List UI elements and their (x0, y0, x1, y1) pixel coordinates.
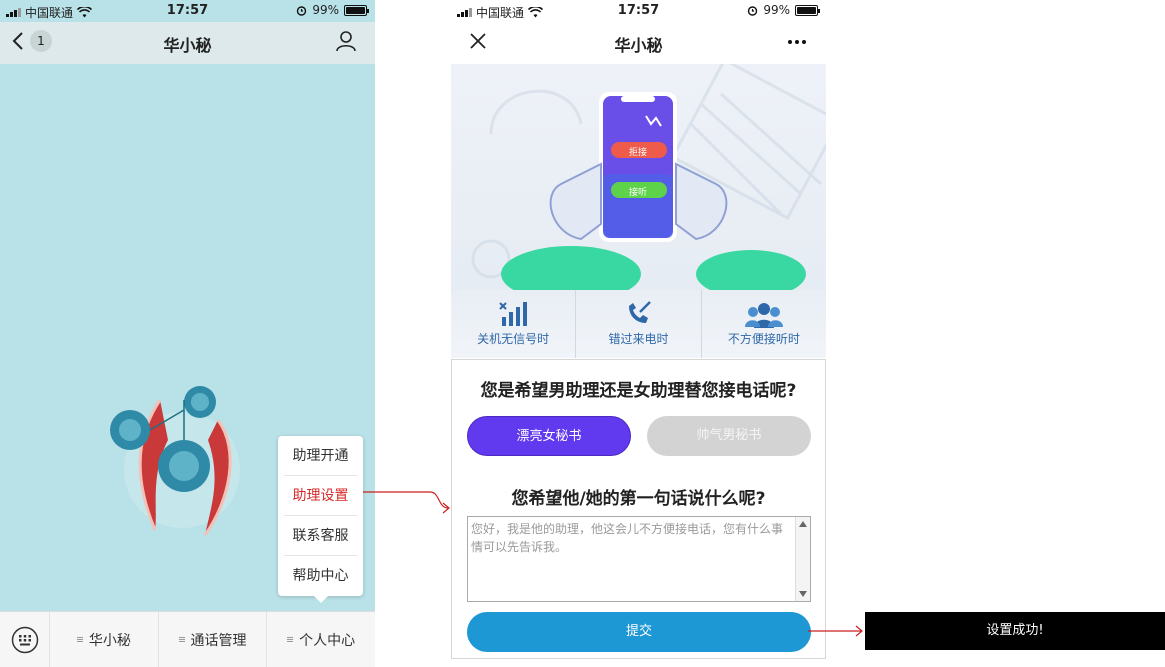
flow-arrows (363, 491, 863, 637)
arrow-settings-to-form (363, 491, 450, 514)
arrow-submit-to-toast (808, 625, 863, 637)
